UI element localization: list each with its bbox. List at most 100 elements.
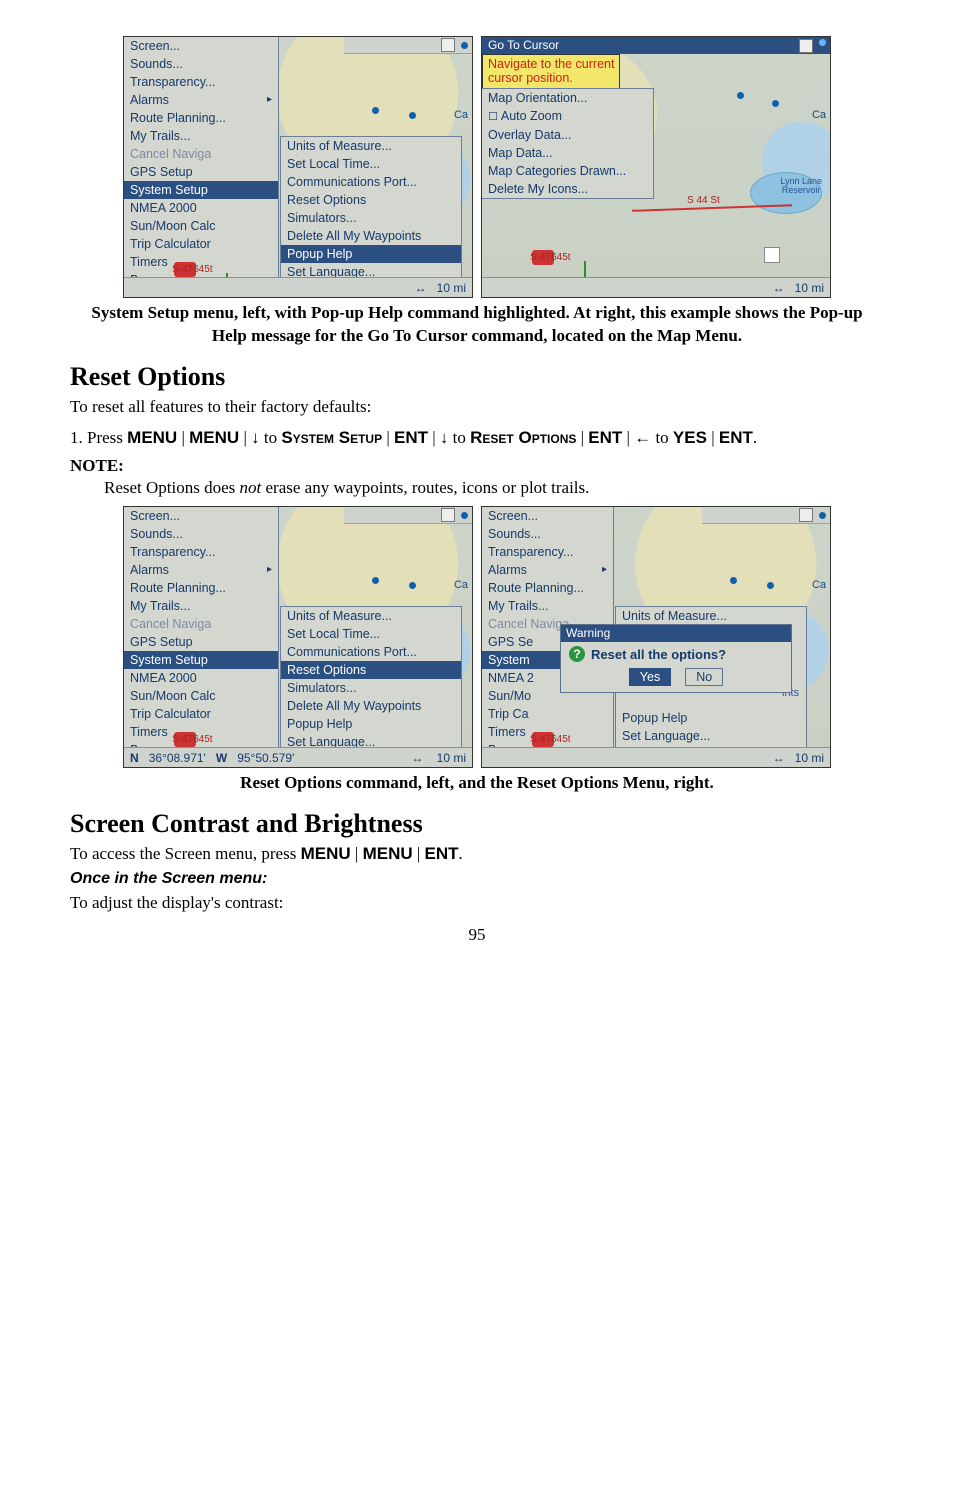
scale-arrow-icon <box>411 751 433 765</box>
system-menu[interactable]: Screen... Sounds... Transparency... Alar… <box>124 507 279 760</box>
menu-item[interactable]: Screen... <box>124 37 278 55</box>
map-label: Ca <box>454 109 468 121</box>
menu-item[interactable]: GPS Setup <box>124 163 278 181</box>
coord-n: N 36°08.971' W 95°50.579' <box>130 751 294 765</box>
submenu-item-popup-help[interactable]: Popup Help <box>616 709 806 727</box>
submenu-item[interactable]: Reset Options <box>281 191 461 209</box>
menu-item-alarms[interactable]: Alarms <box>124 561 278 579</box>
menu-item[interactable]: Delete My Icons... <box>482 180 653 198</box>
status-square-icon <box>799 39 813 53</box>
map-label: Ca <box>454 579 468 591</box>
submenu-item[interactable]: Communications Port... <box>281 173 461 191</box>
menu-item[interactable]: Sun/Moon Calc <box>124 687 278 705</box>
question-icon: ? <box>569 646 585 662</box>
submenu-item[interactable]: Delete All My Waypoints <box>281 227 461 245</box>
menu-item[interactable]: My Trails... <box>124 597 278 615</box>
status-dot-icon <box>461 512 468 519</box>
highway-shield-label: S-47645t <box>172 264 213 275</box>
menu-item[interactable]: Screen... <box>124 507 278 525</box>
map-scale: 10 mi <box>437 751 466 765</box>
heading-screen-contrast: Screen Contrast and Brightness <box>70 809 884 839</box>
status-dot-icon <box>819 39 826 46</box>
menu-item[interactable]: Sounds... <box>124 55 278 73</box>
menu-item[interactable]: Sounds... <box>124 525 278 543</box>
menu-item-alarms[interactable]: Alarms <box>124 91 278 109</box>
yes-button[interactable]: Yes <box>629 668 671 686</box>
menu-item[interactable]: Sounds... <box>482 525 613 543</box>
dialog-text: Reset all the options? <box>591 647 726 662</box>
menu-item[interactable]: Route Planning... <box>482 579 613 597</box>
system-menu[interactable]: Screen... Sounds... Transparency... Alar… <box>124 37 279 290</box>
tooltip-line: cursor position. <box>488 71 573 85</box>
figure-2-caption: Reset Options command, left, and the Res… <box>80 772 874 795</box>
menu-item-auto-zoom[interactable]: Auto Zoom <box>482 107 653 126</box>
tooltip-line: Navigate to the current <box>488 57 614 71</box>
status-square-icon <box>441 38 455 52</box>
title-bar: Go To Cursor <box>482 37 830 54</box>
map-scale: 10 mi <box>437 281 466 295</box>
menu-item[interactable]: My Trails... <box>482 597 613 615</box>
menu-item[interactable]: Transparency... <box>124 73 278 91</box>
submenu-item[interactable]: Communications Port... <box>281 643 461 661</box>
popup-help-tooltip: Navigate to the current cursor position. <box>482 54 620 89</box>
submenu-item-popup-help[interactable]: Popup Help <box>281 715 461 733</box>
heading-reset-options: Reset Options <box>70 362 884 392</box>
system-setup-submenu[interactable]: Units of Measure... Set Local Time... Co… <box>280 136 462 298</box>
status-bar: 10 mi <box>482 277 830 297</box>
menu-item[interactable]: Map Orientation... <box>482 89 653 107</box>
map-label: Ca <box>812 579 826 591</box>
submenu-item-reset-options[interactable]: Reset Options <box>281 661 461 679</box>
submenu-item[interactable]: Set Local Time... <box>281 155 461 173</box>
status-dot-icon <box>461 42 468 49</box>
menu-item[interactable]: Route Planning... <box>124 579 278 597</box>
menu-item[interactable]: My Trails... <box>124 127 278 145</box>
menu-item[interactable]: NMEA 2000 <box>124 199 278 217</box>
menu-item[interactable]: Trip Ca <box>482 705 613 723</box>
scale-group: 10 mi <box>411 751 466 765</box>
menu-item[interactable]: Sun/Moon Calc <box>124 217 278 235</box>
map-dot-icon <box>737 92 744 99</box>
figure-2-row: Ca Screen... Sounds... Transparency... A… <box>70 506 884 768</box>
no-button[interactable]: No <box>685 668 723 686</box>
submenu-item[interactable]: Units of Measure... <box>281 607 461 625</box>
map-dot-icon <box>772 100 779 107</box>
submenu-item[interactable]: Simulators... <box>281 209 461 227</box>
map-menu[interactable]: Map Orientation... Auto Zoom Overlay Dat… <box>482 88 654 199</box>
menu-item[interactable]: Overlay Data... <box>482 126 653 144</box>
submenu-item[interactable]: Set Local Time... <box>281 625 461 643</box>
dialog-title-bar: Warning <box>561 625 791 642</box>
menu-item[interactable]: GPS Setup <box>124 633 278 651</box>
menu-item[interactable]: Map Data... <box>482 144 653 162</box>
menu-item[interactable]: Transparency... <box>482 543 613 561</box>
menu-item[interactable]: Transparency... <box>124 543 278 561</box>
title-text: Go To Cursor <box>488 37 559 54</box>
submenu-item[interactable]: Units of Measure... <box>616 607 806 625</box>
menu-item[interactable]: Route Planning... <box>124 109 278 127</box>
road-label: S 44 St <box>687 195 720 206</box>
menu-item[interactable]: NMEA 2000 <box>124 669 278 687</box>
menu-item-system-setup[interactable]: System Setup <box>124 181 278 199</box>
dialog-body: ? Reset all the options? <box>561 642 791 666</box>
reset-warning-dialog[interactable]: Warning ? Reset all the options? Yes No <box>560 624 792 693</box>
status-dot-icon <box>819 512 826 519</box>
note-label: NOTE: <box>70 456 884 476</box>
menu-item[interactable]: Screen... <box>482 507 613 525</box>
menu-item[interactable]: Trip Calculator <box>124 235 278 253</box>
submenu-item[interactable]: Set Language... <box>616 727 806 745</box>
menu-item-system-setup[interactable]: System Setup <box>124 651 278 669</box>
menu-item[interactable]: Map Categories Drawn... <box>482 162 653 180</box>
submenu-item[interactable]: Units of Measure... <box>281 137 461 155</box>
scale-arrow-icon <box>773 751 795 765</box>
map-scale: 10 mi <box>795 751 824 765</box>
menu-item-disabled: Cancel Naviga <box>124 615 278 633</box>
system-setup-submenu[interactable]: Units of Measure... Set Local Time... Co… <box>280 606 462 768</box>
figure-1-row: Ca Screen... Sounds... Transparency... A… <box>70 36 884 298</box>
map-dot-icon <box>372 107 379 114</box>
highway-shield-label: S-47645t <box>172 734 213 745</box>
menu-item-alarms[interactable]: Alarms <box>482 561 613 579</box>
submenu-item[interactable]: Delete All My Waypoints <box>281 697 461 715</box>
submenu-item[interactable]: Simulators... <box>281 679 461 697</box>
map-dot-icon <box>409 112 416 119</box>
menu-item[interactable]: Trip Calculator <box>124 705 278 723</box>
submenu-item-popup-help[interactable]: Popup Help <box>281 245 461 263</box>
